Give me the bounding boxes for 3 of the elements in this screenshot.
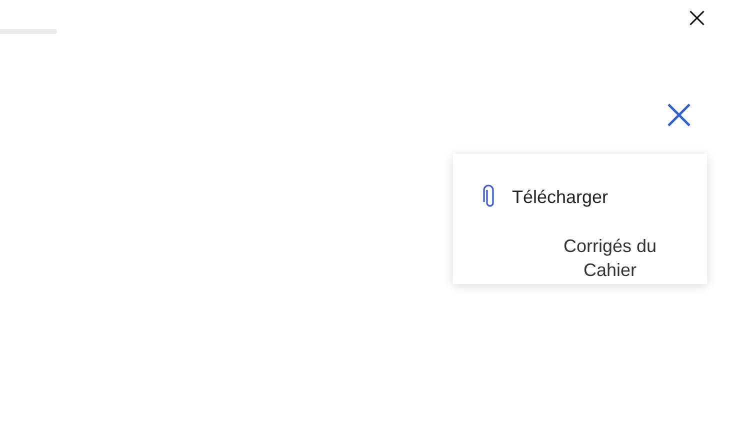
download-menu-item[interactable]: Télécharger [453, 182, 707, 212]
menu-item[interactable]: Corrigés du Cahier [545, 234, 675, 282]
close-icon[interactable] [688, 9, 706, 27]
